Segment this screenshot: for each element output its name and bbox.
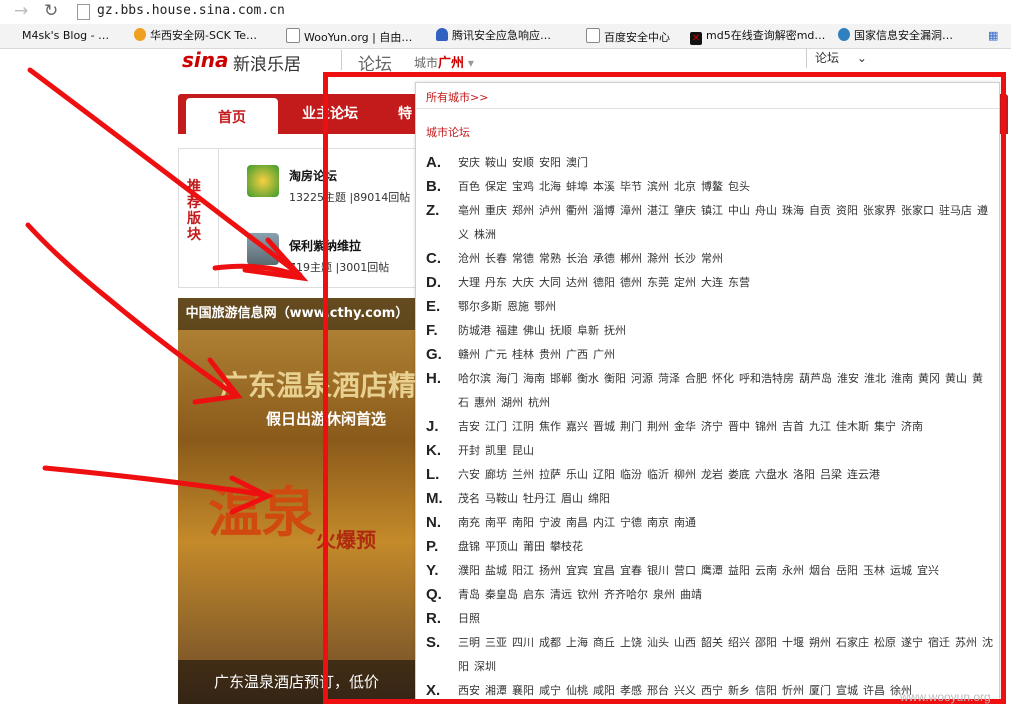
tab-home[interactable]: 首页 xyxy=(186,98,278,134)
chevron-down-icon: ⌄ xyxy=(856,51,867,65)
divider xyxy=(218,149,219,287)
bookmark-item[interactable]: 腾讯安全应急响应… xyxy=(436,28,551,44)
recommend-label: 推荐版块 xyxy=(187,179,201,243)
ad-hotspring-text: 温泉 xyxy=(208,481,316,544)
page-icon xyxy=(77,4,90,20)
search-scope-select[interactable]: 论坛 ⌄ xyxy=(806,48,873,68)
page-icon xyxy=(586,28,600,43)
forward-arrow-icon[interactable]: → xyxy=(14,1,28,21)
md5-icon: ✕ xyxy=(690,32,702,45)
bulb-icon xyxy=(134,28,146,41)
city-value: 广州 xyxy=(438,56,465,71)
header-divider xyxy=(341,50,342,70)
reload-icon[interactable]: ↻ xyxy=(44,1,58,21)
search-scope-label: 论坛 xyxy=(815,51,840,65)
bookmark-item[interactable]: M4sk's Blog - … xyxy=(6,28,109,44)
address-bar: → ↻ gz.bbs.house.sina.com.cn xyxy=(0,0,1011,25)
logo-subtitle: 新浪乐居 xyxy=(233,55,301,75)
annotation-box xyxy=(323,72,1006,704)
globe-icon xyxy=(838,28,850,41)
building-icon xyxy=(247,233,279,265)
watermark: www.wooyun.org xyxy=(900,690,991,704)
bookmark-item[interactable]: ✕ md5在线查询解密md… xyxy=(690,28,825,45)
city-label: 城市 xyxy=(414,56,439,70)
shield-icon xyxy=(436,28,448,41)
house-icon xyxy=(247,165,279,197)
apps-grid-icon[interactable]: ▦ xyxy=(988,28,998,44)
url-field[interactable]: gz.bbs.house.sina.com.cn xyxy=(97,3,285,18)
chevron-down-icon: ▾ xyxy=(467,56,474,70)
bookmark-item[interactable]: 百度安全中心 xyxy=(586,28,670,46)
sina-logo[interactable]: sina xyxy=(182,48,229,72)
bookmarks-bar: M4sk's Blog - … 华西安全网-SCK Te… WooYun.org… xyxy=(0,24,1011,49)
page-icon xyxy=(286,28,300,43)
bookmark-item[interactable]: WooYun.org | 自由… xyxy=(286,28,412,46)
bookmark-item[interactable]: 华西安全网-SCK Te… xyxy=(134,28,257,44)
city-selector[interactable]: 城市广州 ▾ xyxy=(414,52,474,71)
bookmark-item[interactable]: 国家信息安全漏洞… xyxy=(838,28,953,44)
